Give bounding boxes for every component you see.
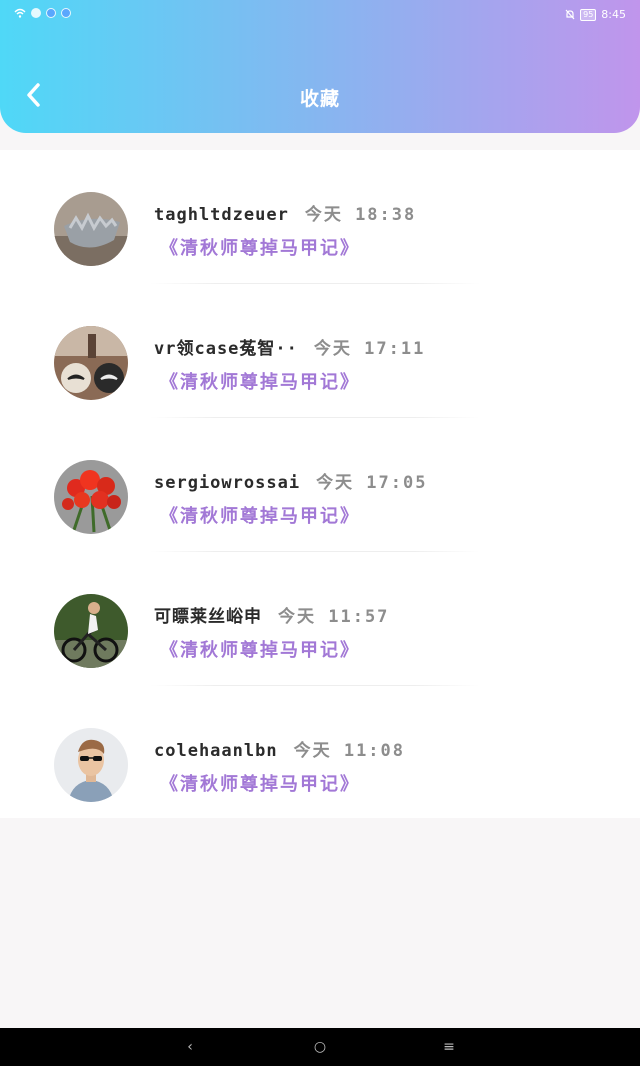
- system-nav-bar: ‹ ○ ≡: [0, 1028, 640, 1066]
- nav-home-button[interactable]: ○: [300, 1028, 340, 1066]
- timestamp: 今天 11:57: [278, 607, 390, 627]
- timestamp: 今天 11:08: [293, 741, 406, 761]
- clock: 8:45: [601, 8, 626, 21]
- username-text: vr领case菟智··: [154, 339, 298, 359]
- app-notification-icon: [31, 8, 41, 18]
- avatar[interactable]: [54, 594, 128, 668]
- page-title: 收藏: [299, 88, 340, 110]
- mic-notification-icon: [61, 8, 71, 18]
- username: sergiowrossai 今天 17:05: [154, 468, 427, 493]
- cyclist-photo: [54, 594, 128, 668]
- username: 可瞟莱丝峪申 今天 11:57: [154, 602, 389, 627]
- timestamp: 今天 18:38: [304, 205, 417, 225]
- favorite-item[interactable]: sergiowrossai 今天 17:05 《清秋师尊掉马甲记》: [0, 418, 640, 552]
- username-text: sergiowrossai: [154, 473, 301, 493]
- red-flowers-photo: [54, 460, 128, 534]
- favorite-item[interactable]: vr领case菟智·· 今天 17:11 《清秋师尊掉马甲记》: [0, 284, 640, 418]
- status-icons-left: [14, 8, 71, 18]
- bell-muted-icon: [565, 9, 575, 20]
- battery-indicator: 95: [580, 8, 597, 21]
- favorites-list: taghltdzeuer 今天 18:38 《清秋师尊掉马甲记》 vr领case菟…: [0, 150, 640, 818]
- book-title-link[interactable]: 《清秋师尊掉马甲记》: [160, 368, 360, 394]
- book-title-link[interactable]: 《清秋师尊掉马甲记》: [160, 502, 360, 528]
- avatar[interactable]: [54, 192, 128, 266]
- username: colehaanlbn 今天 11:08: [154, 736, 405, 761]
- favorite-item[interactable]: 可瞟莱丝峪申 今天 11:57 《清秋师尊掉马甲记》: [0, 552, 640, 686]
- book-title-link[interactable]: 《清秋师尊掉马甲记》: [160, 636, 360, 662]
- nav-menu-button[interactable]: ≡: [429, 1028, 469, 1066]
- header-bar: 95 8:45 收藏: [0, 0, 640, 133]
- favorite-item[interactable]: colehaanlbn 今天 11:08 《清秋师尊掉马甲记》: [0, 686, 640, 820]
- status-bar: 95 8:45: [0, 0, 640, 30]
- bowl-photo: [54, 192, 128, 266]
- timestamp: 今天 17:05: [316, 473, 428, 493]
- book-title-link[interactable]: 《清秋师尊掉马甲记》: [160, 234, 360, 260]
- book-title-link[interactable]: 《清秋师尊掉马甲记》: [160, 770, 360, 796]
- avatar[interactable]: [54, 460, 128, 534]
- username: taghltdzeuer 今天 18:38: [154, 200, 416, 225]
- upload-notification-icon: [46, 8, 56, 18]
- username: vr领case菟智·· 今天 17:11: [154, 334, 425, 359]
- nav-back-button[interactable]: ‹: [170, 1028, 210, 1066]
- avatar[interactable]: [54, 728, 128, 802]
- username-text: taghltdzeuer: [154, 205, 289, 225]
- mustache-photo: [54, 326, 128, 400]
- man-sunglasses-photo: [54, 728, 128, 802]
- avatar[interactable]: [54, 326, 128, 400]
- timestamp: 今天 17:11: [313, 339, 426, 359]
- username-text: colehaanlbn: [154, 741, 278, 761]
- favorite-item[interactable]: taghltdzeuer 今天 18:38 《清秋师尊掉马甲记》: [0, 150, 640, 284]
- wifi-icon: [14, 8, 26, 18]
- username-text: 可瞟莱丝峪申: [154, 607, 262, 627]
- status-icons-right: 95 8:45: [565, 8, 626, 21]
